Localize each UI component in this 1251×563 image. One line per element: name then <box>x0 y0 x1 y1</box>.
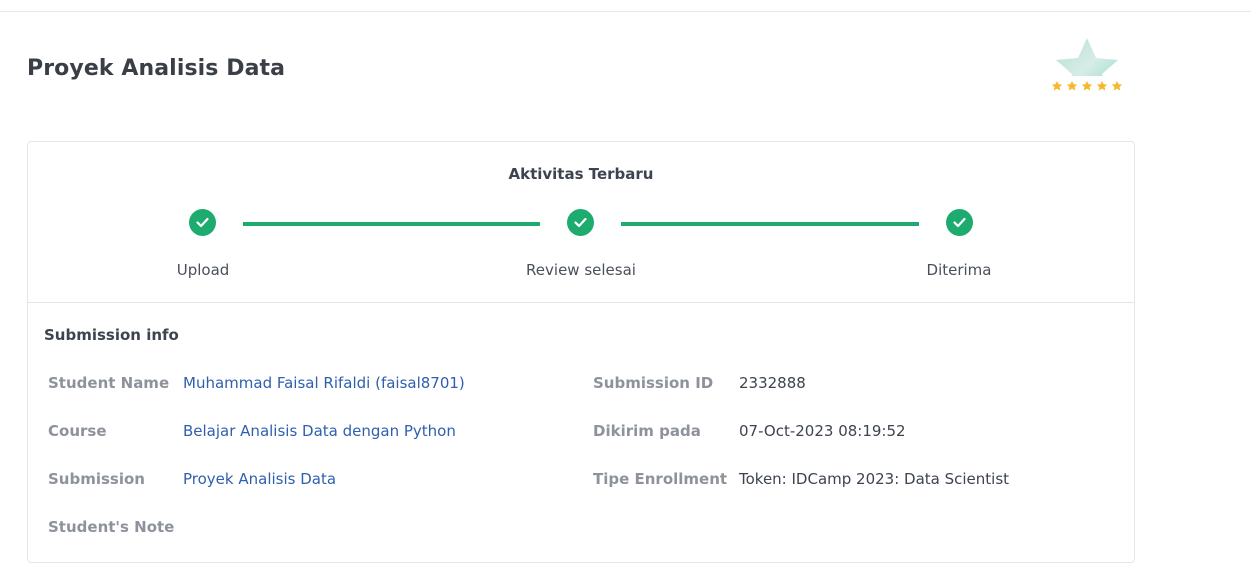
enrollment-type-label: Tipe Enrollment <box>593 470 728 488</box>
card-divider <box>28 302 1134 303</box>
step-label-accepted: Diterima <box>926 261 992 279</box>
course-link[interactable]: Belajar Analisis Data dengan Python <box>183 422 456 440</box>
course-label: Course <box>48 422 107 440</box>
page-title: Proyek Analisis Data <box>27 56 286 81</box>
submitted-at-value: 07-Oct-2023 08:19:52 <box>739 422 906 440</box>
step-accepted-check-icon <box>946 209 973 236</box>
top-divider <box>0 11 1251 12</box>
step-label-review: Review selesai <box>526 261 636 279</box>
step-upload-check-icon <box>189 209 216 236</box>
student-name-link[interactable]: Muhammad Faisal Rifaldi (faisal8701) <box>183 374 465 392</box>
submission-label: Submission <box>48 470 145 488</box>
submission-id-label: Submission ID <box>593 374 714 392</box>
step-progress-line <box>243 222 540 226</box>
submission-info-title: Submission info <box>44 326 179 344</box>
submitted-at-label: Dikirim pada <box>593 422 701 440</box>
step-review-check-icon <box>567 209 594 236</box>
submission-card: Aktivitas Terbaru Upload Review selesai … <box>27 141 1135 563</box>
submission-link[interactable]: Proyek Analisis Data <box>183 470 336 488</box>
enrollment-type-value: Token: IDCamp 2023: Data Scientist <box>739 470 1010 488</box>
star-rating-badge-icon <box>1050 38 1126 96</box>
student-name-label: Student Name <box>48 374 170 392</box>
activity-title: Aktivitas Terbaru <box>508 165 654 183</box>
step-progress-line <box>621 222 919 226</box>
step-label-upload: Upload <box>176 261 230 279</box>
student-note-label: Student's Note <box>48 518 175 536</box>
submission-id-value: 2332888 <box>739 374 806 392</box>
